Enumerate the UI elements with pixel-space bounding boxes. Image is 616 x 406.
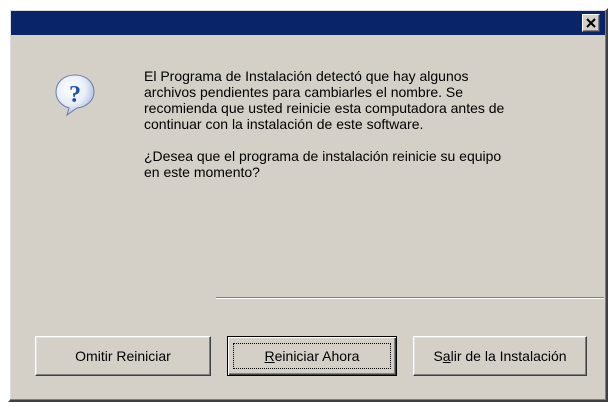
exit-setup-label: Salir de la Instalación xyxy=(433,348,566,364)
close-icon xyxy=(586,18,596,28)
message-line: El Programa de Instalación detectó que h… xyxy=(144,68,469,84)
title-bar[interactable] xyxy=(11,11,605,35)
message-paragraph-1: El Programa de Instalación detectó que h… xyxy=(144,68,604,132)
restart-now-label: Reiniciar Ahora xyxy=(265,348,360,364)
separator-line xyxy=(216,297,604,299)
setup-dialog: ? El Programa de Instalación detectó que… xyxy=(8,8,608,402)
skip-restart-button[interactable]: Omitir Reiniciar xyxy=(35,336,211,376)
svg-text:?: ? xyxy=(69,82,81,108)
question-icon: ? xyxy=(55,74,95,117)
label-text: S xyxy=(433,348,443,364)
skip-restart-label: Omitir Reiniciar xyxy=(75,348,171,364)
message-line: ¿Desea que el programa de instalación re… xyxy=(144,148,502,164)
access-key: a xyxy=(442,348,451,364)
message-line: en este momento? xyxy=(144,164,260,180)
restart-now-button[interactable]: Reiniciar Ahora xyxy=(227,336,397,376)
message-line: archivos pendientes para cambiarles el n… xyxy=(144,84,464,100)
access-key: R xyxy=(264,348,275,364)
message-line: continuar con la instalación de este sof… xyxy=(144,116,424,132)
close-button[interactable] xyxy=(582,14,600,32)
label-text: lir de la Instalación xyxy=(450,348,567,364)
exit-setup-button[interactable]: Salir de la Instalación xyxy=(413,336,587,376)
label-text: einiciar Ahora xyxy=(274,348,360,364)
message-paragraph-2: ¿Desea que el programa de instalación re… xyxy=(144,148,604,180)
message-line: recomienda que usted reinicie esta compu… xyxy=(144,100,505,116)
message-text: El Programa de Instalación detectó que h… xyxy=(144,68,604,196)
